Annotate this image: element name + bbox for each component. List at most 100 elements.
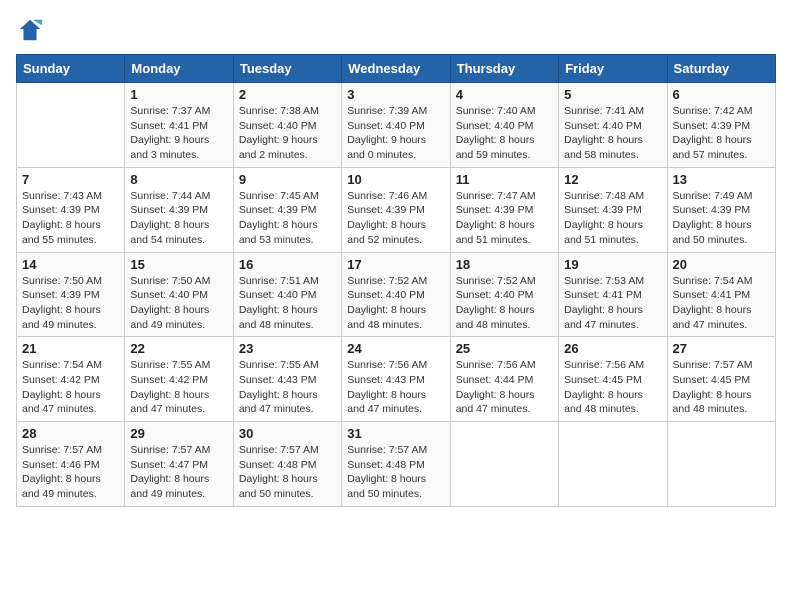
day-cell: 29 Sunrise: 7:57 AMSunset: 4:47 PMDayligh…: [125, 422, 233, 507]
day-header-friday: Friday: [559, 55, 667, 83]
day-info: Sunrise: 7:43 AMSunset: 4:39 PMDaylight:…: [22, 189, 119, 248]
day-cell: 21 Sunrise: 7:54 AMSunset: 4:42 PMDayligh…: [17, 337, 125, 422]
day-number: 4: [456, 87, 553, 102]
week-row-3: 14 Sunrise: 7:50 AMSunset: 4:39 PMDayligh…: [17, 252, 776, 337]
day-number: 8: [130, 172, 227, 187]
day-number: 23: [239, 341, 336, 356]
day-info: Sunrise: 7:56 AMSunset: 4:44 PMDaylight:…: [456, 358, 553, 417]
day-cell: 2 Sunrise: 7:38 AMSunset: 4:40 PMDaylight…: [233, 83, 341, 168]
day-info: Sunrise: 7:40 AMSunset: 4:40 PMDaylight:…: [456, 104, 553, 163]
day-info: Sunrise: 7:38 AMSunset: 4:40 PMDaylight:…: [239, 104, 336, 163]
day-info: Sunrise: 7:53 AMSunset: 4:41 PMDaylight:…: [564, 274, 661, 333]
day-number: 9: [239, 172, 336, 187]
header-row: SundayMondayTuesdayWednesdayThursdayFrid…: [17, 55, 776, 83]
day-info: Sunrise: 7:57 AMSunset: 4:48 PMDaylight:…: [347, 443, 444, 502]
day-number: 26: [564, 341, 661, 356]
day-info: Sunrise: 7:57 AMSunset: 4:45 PMDaylight:…: [673, 358, 770, 417]
day-cell: 15Sunrise: 7:50 AMSunset: 4:40 PMDayligh…: [125, 252, 233, 337]
day-cell: 24Sunrise: 7:56 AMSunset: 4:43 PMDayligh…: [342, 337, 450, 422]
day-cell: 25 Sunrise: 7:56 AMSunset: 4:44 PMDayligh…: [450, 337, 558, 422]
day-cell: 30 Sunrise: 7:57 AMSunset: 4:48 PMDayligh…: [233, 422, 341, 507]
day-info: Sunrise: 7:50 AMSunset: 4:39 PMDaylight:…: [22, 274, 119, 333]
day-info: Sunrise: 7:55 AMSunset: 4:43 PMDaylight:…: [239, 358, 336, 417]
day-number: 5: [564, 87, 661, 102]
day-cell: 26 Sunrise: 7:56 AMSunset: 4:45 PMDayligh…: [559, 337, 667, 422]
day-number: 22: [130, 341, 227, 356]
day-cell: 12 Sunrise: 7:48 AMSunset: 4:39 PMDayligh…: [559, 167, 667, 252]
day-cell: [17, 83, 125, 168]
day-number: 1: [130, 87, 227, 102]
day-header-tuesday: Tuesday: [233, 55, 341, 83]
day-info: Sunrise: 7:39 AMSunset: 4:40 PMDaylight:…: [347, 104, 444, 163]
day-number: 3: [347, 87, 444, 102]
logo: [16, 16, 48, 44]
day-cell: 5 Sunrise: 7:41 AMSunset: 4:40 PMDaylight…: [559, 83, 667, 168]
day-info: Sunrise: 7:52 AMSunset: 4:40 PMDaylight:…: [456, 274, 553, 333]
day-number: 29: [130, 426, 227, 441]
day-cell: 27Sunrise: 7:57 AMSunset: 4:45 PMDayligh…: [667, 337, 775, 422]
day-number: 6: [673, 87, 770, 102]
day-cell: [667, 422, 775, 507]
day-info: Sunrise: 7:48 AMSunset: 4:39 PMDaylight:…: [564, 189, 661, 248]
day-info: Sunrise: 7:45 AMSunset: 4:39 PMDaylight:…: [239, 189, 336, 248]
day-header-wednesday: Wednesday: [342, 55, 450, 83]
day-info: Sunrise: 7:42 AMSunset: 4:39 PMDaylight:…: [673, 104, 770, 163]
week-row-4: 21 Sunrise: 7:54 AMSunset: 4:42 PMDayligh…: [17, 337, 776, 422]
day-cell: 28Sunrise: 7:57 AMSunset: 4:46 PMDayligh…: [17, 422, 125, 507]
day-number: 17: [347, 257, 444, 272]
day-info: Sunrise: 7:47 AMSunset: 4:39 PMDaylight:…: [456, 189, 553, 248]
day-info: Sunrise: 7:52 AMSunset: 4:40 PMDaylight:…: [347, 274, 444, 333]
day-cell: 1 Sunrise: 7:37 AMSunset: 4:41 PMDaylight…: [125, 83, 233, 168]
day-info: Sunrise: 7:54 AMSunset: 4:42 PMDaylight:…: [22, 358, 119, 417]
day-number: 18: [456, 257, 553, 272]
day-number: 10: [347, 172, 444, 187]
day-cell: 11 Sunrise: 7:47 AMSunset: 4:39 PMDayligh…: [450, 167, 558, 252]
week-row-1: 1 Sunrise: 7:37 AMSunset: 4:41 PMDaylight…: [17, 83, 776, 168]
day-number: 11: [456, 172, 553, 187]
day-cell: 9 Sunrise: 7:45 AMSunset: 4:39 PMDaylight…: [233, 167, 341, 252]
day-number: 30: [239, 426, 336, 441]
day-info: Sunrise: 7:37 AMSunset: 4:41 PMDaylight:…: [130, 104, 227, 163]
day-cell: 8 Sunrise: 7:44 AMSunset: 4:39 PMDaylight…: [125, 167, 233, 252]
day-cell: 14 Sunrise: 7:50 AMSunset: 4:39 PMDayligh…: [17, 252, 125, 337]
day-cell: 23 Sunrise: 7:55 AMSunset: 4:43 PMDayligh…: [233, 337, 341, 422]
day-info: Sunrise: 7:51 AMSunset: 4:40 PMDaylight:…: [239, 274, 336, 333]
day-number: 14: [22, 257, 119, 272]
day-cell: 19 Sunrise: 7:53 AMSunset: 4:41 PMDayligh…: [559, 252, 667, 337]
day-number: 15: [130, 257, 227, 272]
day-info: Sunrise: 7:57 AMSunset: 4:47 PMDaylight:…: [130, 443, 227, 502]
day-number: 13: [673, 172, 770, 187]
day-cell: 22 Sunrise: 7:55 AMSunset: 4:42 PMDayligh…: [125, 337, 233, 422]
day-number: 21: [22, 341, 119, 356]
day-cell: 4 Sunrise: 7:40 AMSunset: 4:40 PMDaylight…: [450, 83, 558, 168]
day-cell: 17 Sunrise: 7:52 AMSunset: 4:40 PMDayligh…: [342, 252, 450, 337]
day-header-monday: Monday: [125, 55, 233, 83]
week-row-5: 28Sunrise: 7:57 AMSunset: 4:46 PMDayligh…: [17, 422, 776, 507]
day-cell: 13 Sunrise: 7:49 AMSunset: 4:39 PMDayligh…: [667, 167, 775, 252]
day-cell: 16Sunrise: 7:51 AMSunset: 4:40 PMDayligh…: [233, 252, 341, 337]
day-info: Sunrise: 7:44 AMSunset: 4:39 PMDaylight:…: [130, 189, 227, 248]
day-number: 19: [564, 257, 661, 272]
day-number: 28: [22, 426, 119, 441]
day-info: Sunrise: 7:55 AMSunset: 4:42 PMDaylight:…: [130, 358, 227, 417]
day-info: Sunrise: 7:49 AMSunset: 4:39 PMDaylight:…: [673, 189, 770, 248]
day-cell: 10Sunrise: 7:46 AMSunset: 4:39 PMDayligh…: [342, 167, 450, 252]
day-number: 20: [673, 257, 770, 272]
day-cell: [559, 422, 667, 507]
day-header-thursday: Thursday: [450, 55, 558, 83]
week-row-2: 7 Sunrise: 7:43 AMSunset: 4:39 PMDaylight…: [17, 167, 776, 252]
day-number: 7: [22, 172, 119, 187]
logo-icon: [16, 16, 44, 44]
day-cell: 3 Sunrise: 7:39 AMSunset: 4:40 PMDaylight…: [342, 83, 450, 168]
day-number: 12: [564, 172, 661, 187]
day-info: Sunrise: 7:57 AMSunset: 4:48 PMDaylight:…: [239, 443, 336, 502]
day-info: Sunrise: 7:56 AMSunset: 4:45 PMDaylight:…: [564, 358, 661, 417]
day-number: 25: [456, 341, 553, 356]
day-header-saturday: Saturday: [667, 55, 775, 83]
day-number: 24: [347, 341, 444, 356]
day-cell: 18 Sunrise: 7:52 AMSunset: 4:40 PMDayligh…: [450, 252, 558, 337]
day-cell: 7 Sunrise: 7:43 AMSunset: 4:39 PMDaylight…: [17, 167, 125, 252]
day-number: 2: [239, 87, 336, 102]
day-info: Sunrise: 7:54 AMSunset: 4:41 PMDaylight:…: [673, 274, 770, 333]
day-info: Sunrise: 7:41 AMSunset: 4:40 PMDaylight:…: [564, 104, 661, 163]
